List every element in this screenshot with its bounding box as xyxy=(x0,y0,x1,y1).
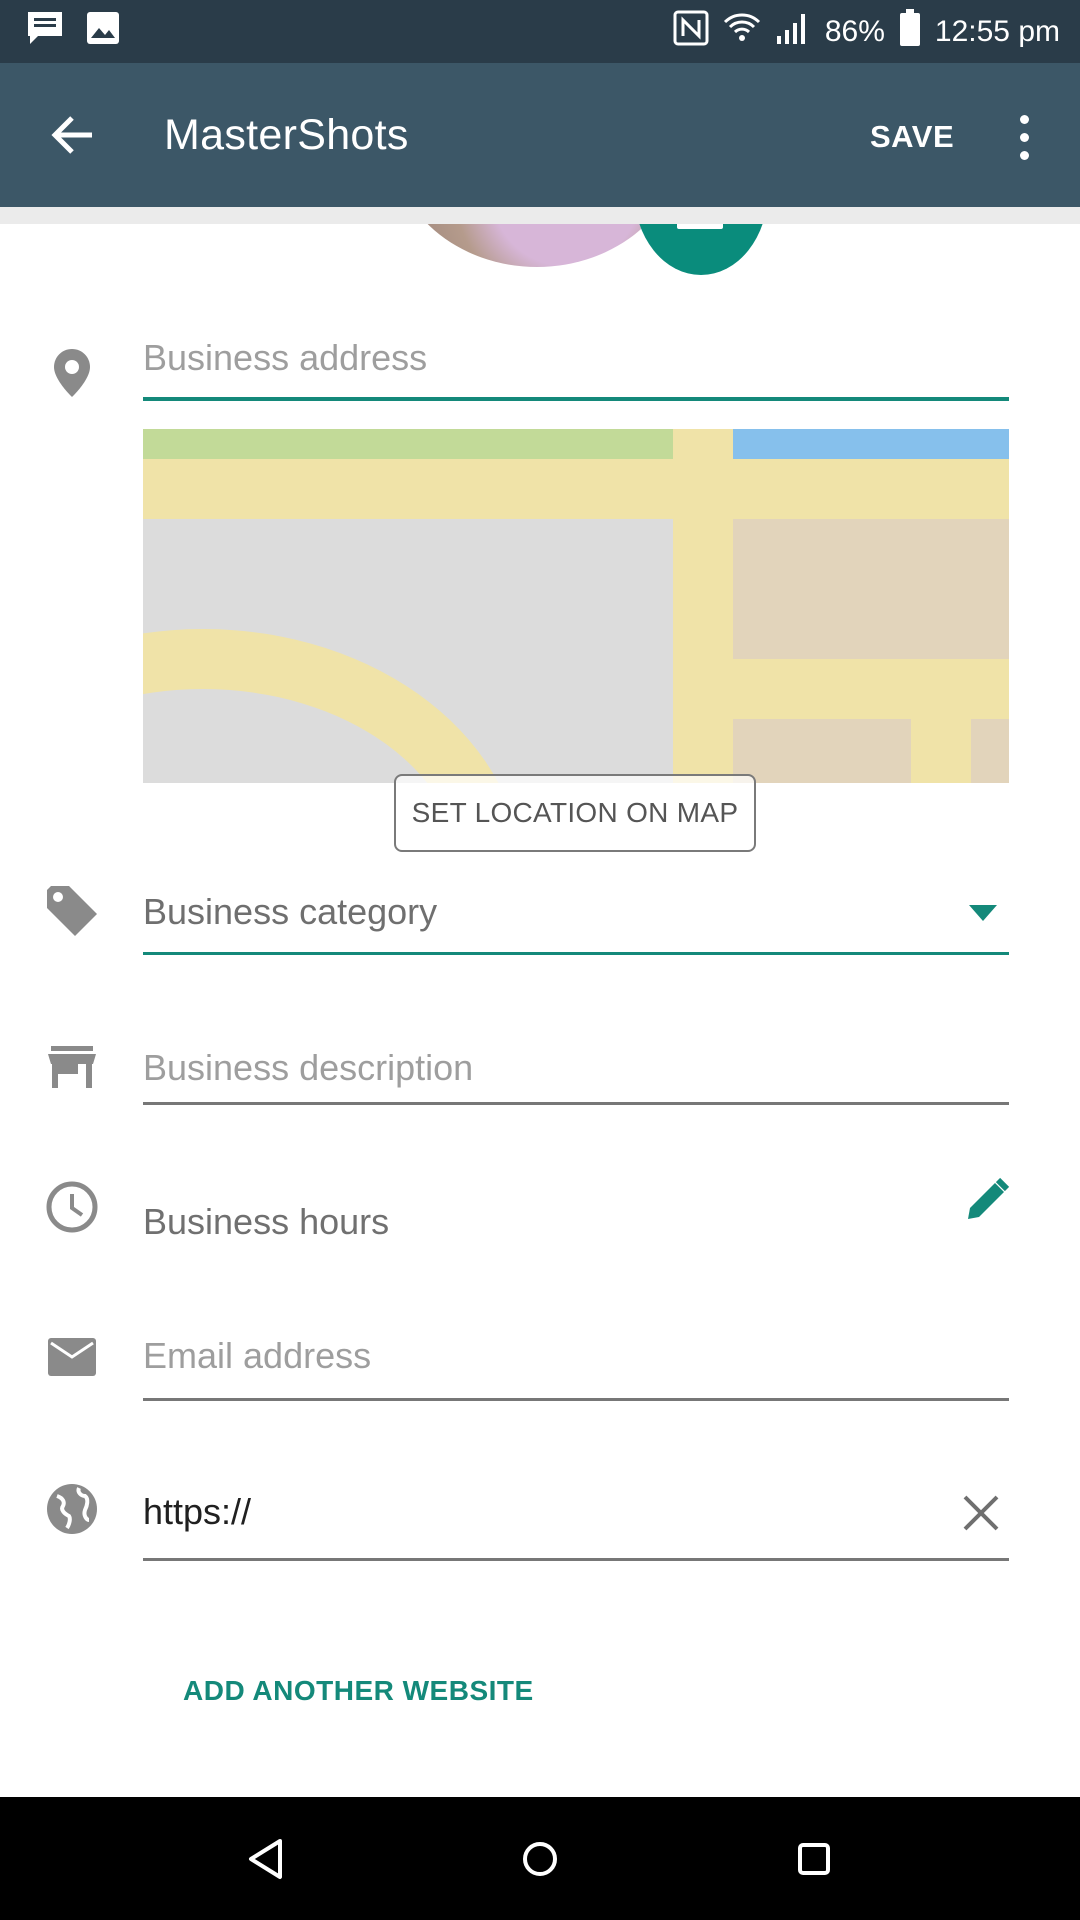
globe-icon xyxy=(44,1481,100,1537)
home-circle-icon xyxy=(523,1842,557,1876)
business-description-placeholder: Business description xyxy=(143,1047,474,1088)
navigation-bar xyxy=(0,1797,1080,1920)
store-icon xyxy=(44,1039,100,1095)
clock-time: 12:55 pm xyxy=(934,14,1060,48)
close-icon[interactable] xyxy=(963,1495,999,1531)
more-options-button[interactable] xyxy=(1004,107,1044,167)
set-location-button[interactable]: SET LOCATION ON MAP xyxy=(394,774,756,852)
email-placeholder: Email address xyxy=(143,1335,372,1376)
battery-level: 86% xyxy=(824,14,885,48)
battery-icon xyxy=(899,8,921,55)
scroll-edge xyxy=(0,207,1080,224)
email-field[interactable]: Email address xyxy=(143,1335,1009,1401)
add-website-button[interactable]: ADD ANOTHER WEBSITE xyxy=(183,1675,534,1707)
wifi-icon xyxy=(723,10,761,54)
app-bar: MasterShots SAVE xyxy=(0,63,1080,207)
business-description-input[interactable]: Business description xyxy=(143,1047,1009,1105)
nav-home-button[interactable] xyxy=(508,1827,572,1891)
nfc-icon xyxy=(673,10,709,54)
business-hours-label: Business hours xyxy=(143,1201,390,1242)
clock-icon xyxy=(44,1179,100,1235)
message-icon xyxy=(26,10,64,54)
signal-icon xyxy=(775,10,811,54)
profile-form: Business address SET LOCATION ON MAP Bus… xyxy=(0,207,1080,1797)
business-address-input[interactable]: Business address xyxy=(143,337,1009,401)
app-title: MasterShots xyxy=(164,111,409,159)
recents-square-icon xyxy=(798,1843,830,1875)
dropdown-arrow-icon xyxy=(969,905,997,921)
location-map[interactable] xyxy=(143,429,1009,783)
image-icon xyxy=(86,11,120,53)
back-triangle-icon xyxy=(249,1839,282,1879)
status-bar: 86% 12:55 pm xyxy=(0,0,1080,63)
save-button[interactable]: SAVE xyxy=(870,119,954,155)
nav-back-button[interactable] xyxy=(234,1827,298,1891)
edit-hours-button[interactable] xyxy=(964,1177,1014,1227)
business-category-value: Business category xyxy=(143,891,438,932)
tag-icon xyxy=(44,883,100,939)
business-category-select[interactable]: Business category xyxy=(143,887,1009,955)
website-value: https:// xyxy=(143,1491,252,1532)
arrow-back-icon xyxy=(51,116,92,154)
mail-icon xyxy=(44,1329,100,1385)
pencil-icon xyxy=(968,1177,1010,1219)
back-button[interactable] xyxy=(44,107,100,163)
website-field[interactable]: https:// xyxy=(143,1487,1009,1561)
more-vert-icon xyxy=(1019,114,1029,124)
business-address-placeholder: Business address xyxy=(143,337,428,378)
location-pin-icon xyxy=(44,345,100,401)
nav-recents-button[interactable] xyxy=(782,1827,846,1891)
